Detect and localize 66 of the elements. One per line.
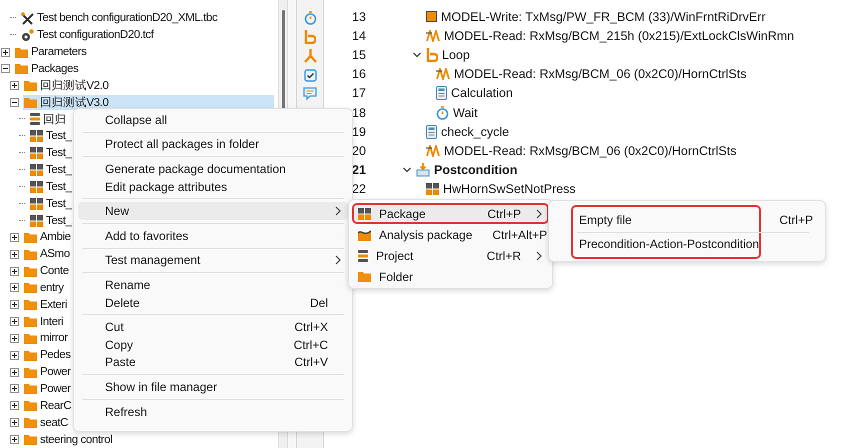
menu-item[interactable]: Empty file Ctrl+P xyxy=(573,211,819,229)
menu-item[interactable]: Paste Ctrl+V xyxy=(78,354,348,372)
menu-item[interactable]: Show in file manager xyxy=(78,378,348,396)
line-number: 21 xyxy=(351,163,367,178)
menu-item[interactable]: Folder xyxy=(352,266,549,287)
tree-item[interactable]: Test_ xyxy=(29,146,72,161)
menu-item[interactable]: Collapse all xyxy=(78,111,348,129)
tree-item[interactable]: RearC xyxy=(23,398,72,414)
menu-item[interactable]: Package Ctrl+P xyxy=(352,203,549,224)
step-label[interactable]: Wait xyxy=(453,106,478,120)
tree-item[interactable]: Test_ xyxy=(29,213,72,228)
line-number: 13 xyxy=(351,10,367,24)
tree-item[interactable]: Interi xyxy=(23,314,64,330)
menu-item[interactable]: Cut Ctrl+X xyxy=(78,318,348,336)
line-number: 22 xyxy=(351,182,367,196)
tree-item[interactable]: steering control xyxy=(23,432,112,448)
line-number: 18 xyxy=(351,106,367,120)
step-label[interactable]: check_cycle xyxy=(441,124,510,139)
menu-item[interactable]: Delete Del xyxy=(78,294,348,312)
line-number: 20 xyxy=(351,144,367,158)
tree-item[interactable]: 回归测试V3.0 xyxy=(23,95,274,110)
menu-item[interactable]: Refresh xyxy=(78,402,348,420)
tree-item[interactable]: Ambie xyxy=(23,230,71,245)
step-label[interactable]: Loop xyxy=(442,48,470,62)
tree-item[interactable]: Test_ xyxy=(29,196,72,212)
menu-item[interactable]: Project Ctrl+R xyxy=(352,245,549,266)
tree-item[interactable]: Test_ xyxy=(29,162,72,178)
tree-item[interactable]: Conte xyxy=(23,264,69,279)
step-label[interactable]: MODEL-Write: TxMsg/PW_FR_BCM (33)/WinFrntRiDrvErr xyxy=(441,10,766,24)
tree-item[interactable]: entry xyxy=(23,280,64,296)
step-label[interactable]: Calculation xyxy=(451,86,513,100)
tree-item[interactable]: seatC xyxy=(23,415,68,430)
tree-item[interactable]: Power xyxy=(23,381,71,396)
menu-item[interactable]: Generate package documentation xyxy=(78,160,348,178)
menu-item[interactable]: Edit package attributes xyxy=(78,178,348,196)
menu-item[interactable]: Copy Ctrl+C xyxy=(78,336,348,354)
tree-item[interactable]: 回归 xyxy=(29,112,66,127)
menu-item[interactable]: Add to favorites xyxy=(78,226,348,245)
step-label[interactable]: MODEL-Read: RxMsg/BCM_215h (0x215)/ExtLockClsWinRmn xyxy=(444,28,794,43)
tree-item[interactable]: Pedes xyxy=(23,348,71,363)
tree-item[interactable]: Test_ xyxy=(29,179,72,194)
step-label[interactable]: MODEL-Read: RxMsg/BCM_06 (0x2C0)/HornCtrlSts xyxy=(444,144,736,158)
menu-item[interactable]: New xyxy=(78,202,348,220)
line-number: 17 xyxy=(351,86,367,100)
line-number: 15 xyxy=(351,48,367,62)
tree-item[interactable]: 回归测试V2.0 xyxy=(23,78,108,94)
menu-item[interactable]: Analysis package Ctrl+Alt+P xyxy=(352,224,549,245)
line-number: 14 xyxy=(351,28,367,43)
tree-item[interactable]: Power xyxy=(23,364,71,380)
step-label[interactable]: MODEL-Read: RxMsg/BCM_06 (0x2C0)/HornCtrlSts xyxy=(454,67,746,82)
tree-item[interactable]: Test bench configurationD20_XML.tbc xyxy=(20,10,218,26)
line-number: 16 xyxy=(351,67,367,82)
tree-item[interactable]: ASmo xyxy=(23,246,70,262)
tree-item[interactable]: mirror xyxy=(23,330,68,346)
step-label[interactable]: HwHornSwSetNotPress xyxy=(443,182,576,196)
tree-item[interactable]: Exteri xyxy=(23,297,67,312)
menu-item[interactable]: Protect all packages in folder xyxy=(78,136,348,154)
tree-item[interactable]: Parameters xyxy=(14,44,86,60)
menu-item[interactable]: Precondition-Action-Postcondition xyxy=(573,236,819,254)
menu-item[interactable]: Test management xyxy=(78,252,348,270)
tree-item[interactable]: Packages xyxy=(14,61,78,76)
tree-item[interactable]: Test_ xyxy=(29,128,72,144)
step-label[interactable]: Postcondition xyxy=(434,163,518,178)
tree-item[interactable]: Test configurationD20.tcf xyxy=(20,28,154,43)
menu-item[interactable]: Rename xyxy=(78,276,348,294)
line-number: 19 xyxy=(351,124,367,139)
